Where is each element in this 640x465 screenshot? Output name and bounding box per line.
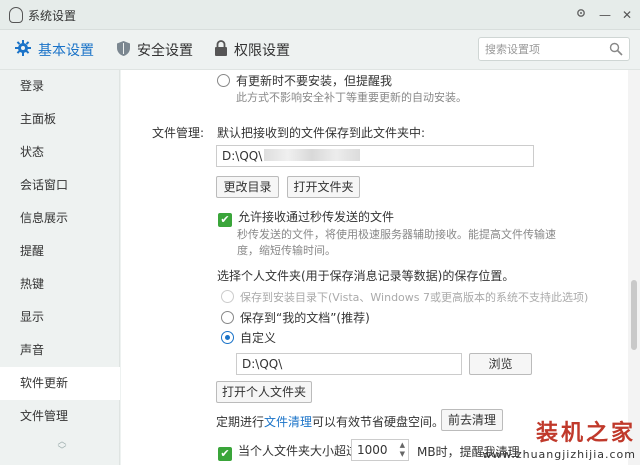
settings-gear-button[interactable] — [572, 6, 590, 24]
content-scrollbar[interactable] — [628, 70, 640, 465]
sidebar-item-info-display[interactable]: 信息展示 — [0, 202, 120, 235]
default-path-field[interactable]: D:\QQ\ — [216, 145, 534, 167]
file-cleanup-link[interactable]: 文件清理 — [264, 415, 312, 429]
tab-basic-label: 基本设置 — [38, 43, 94, 59]
tab-security-settings[interactable]: 安全设置 — [116, 40, 193, 60]
watermark: 装机之家 www.zhuangjizhijia.com — [482, 415, 636, 461]
allow-flash-note-1: 秒传发送的文件，将使用极速服务器辅助接收。能提高文件传输速 — [237, 228, 556, 241]
sidebar-item-software-update[interactable]: 软件更新 — [0, 367, 120, 400]
watermark-url: www.zhuangjizhijia.com — [482, 448, 636, 461]
allow-flash-label: 允许接收通过秒传发送的文件 — [238, 210, 395, 224]
default-path-value: D:\QQ\ — [222, 149, 263, 163]
size-limit-input[interactable]: 1000 ▲ ▼ — [351, 439, 409, 461]
cleanup-prefix: 定期进行 — [216, 415, 265, 429]
gear-icon — [14, 39, 32, 61]
update-option-label: 有更新时不要安装，但提醒我 — [236, 74, 393, 88]
size-reminder-checkbox[interactable]: ✔ — [218, 447, 232, 461]
radio-install-dir-label: 保存到安装目录下(Vista、Windows 7或更高版本的系统不支持此选项) — [240, 291, 589, 304]
open-folder-button[interactable]: 打开文件夹 — [287, 176, 360, 198]
search-box[interactable] — [478, 37, 630, 61]
sidebar-item-reminder[interactable]: 提醒 — [0, 235, 120, 268]
allow-flash-checkbox[interactable]: ✔ — [218, 213, 232, 227]
cleanup-suffix: 可以有效节省硬盘空间。 — [312, 415, 445, 429]
tab-security-label: 安全设置 — [137, 43, 193, 59]
title-bar: 系统设置 — ✕ — [0, 0, 640, 30]
watermark-title: 装机之家 — [535, 421, 636, 446]
default-save-label: 默认把接收到的文件保存到此文件夹中: — [217, 126, 426, 140]
top-tabs: 基本设置 安全设置 权限设置 — [0, 30, 640, 70]
radio-my-docs-label: 保存到“我的文档”(推荐) — [240, 311, 370, 325]
app-logo-icon — [9, 7, 23, 23]
sidebar-item-login[interactable]: 登录 — [0, 70, 120, 103]
radio-notify-no-install[interactable] — [217, 74, 230, 87]
sidebar-item-sound[interactable]: 声音 — [0, 334, 120, 367]
cleanup-text: 定期进行文件清理可以有效节省硬盘空间。 — [216, 413, 444, 430]
search-input[interactable] — [485, 38, 605, 60]
allow-flash-row[interactable]: ✔ 允许接收通过秒传发送的文件 — [218, 208, 394, 227]
radio-custom-label: 自定义 — [240, 331, 277, 345]
sidebar-item-display[interactable]: 显示 — [0, 301, 120, 334]
shield-icon — [116, 40, 131, 61]
allow-flash-note-2: 度，缩短传输时间。 — [237, 244, 336, 257]
radio-install-dir-row: 保存到安装目录下(Vista、Windows 7或更高版本的系统不支持此选项) — [221, 289, 588, 305]
window-title: 系统设置 — [28, 9, 77, 23]
close-button[interactable]: ✕ — [618, 6, 636, 24]
small-gear-icon — [577, 9, 585, 17]
update-option-note: 此方式不影响安全补丁等重要更新的自动安装。 — [236, 91, 467, 104]
browse-button[interactable]: 浏览 — [469, 353, 532, 375]
tab-basic-settings[interactable]: 基本设置 — [14, 40, 94, 60]
update-option-row[interactable]: 有更新时不要安装，但提醒我 — [217, 72, 392, 89]
open-personal-folder-button[interactable]: 打开个人文件夹 — [216, 381, 312, 403]
custom-path-field[interactable]: D:\QQ\ — [236, 353, 462, 375]
radio-my-docs-row[interactable]: 保存到“我的文档”(推荐) — [221, 309, 370, 326]
settings-content: 有更新时不要安装，但提醒我 此方式不影响安全补丁等重要更新的自动安装。 文件管理… — [121, 70, 640, 465]
file-section-label: 文件管理: — [152, 126, 205, 140]
change-directory-button[interactable]: 更改目录 — [216, 176, 279, 198]
radio-custom-row[interactable]: 自定义 — [221, 329, 276, 346]
lock-icon — [214, 39, 228, 61]
size-spinner-icon[interactable]: ▲ ▼ — [400, 441, 405, 459]
sidebar-item-file-management[interactable]: 文件管理 — [0, 400, 120, 433]
tab-permission-label: 权限设置 — [234, 43, 290, 59]
sidebar-item-status[interactable]: 状态 — [0, 136, 120, 169]
sidebar-scroll-more-icon[interactable]: ︿ ﹀ — [56, 438, 68, 456]
scrollbar-thumb[interactable] — [631, 280, 637, 350]
sidebar-item-main-panel[interactable]: 主面板 — [0, 103, 120, 136]
size-limit-value: 1000 — [357, 443, 388, 457]
redacted-path-blur — [264, 149, 361, 161]
radio-my-docs[interactable] — [221, 311, 234, 324]
minimize-button[interactable]: — — [596, 6, 614, 24]
search-icon[interactable] — [609, 42, 623, 59]
size-prefix: 当个人文件夹大小超过 — [238, 444, 359, 458]
sidebar-item-chat-window[interactable]: 会话窗口 — [0, 169, 120, 202]
tab-permission-settings[interactable]: 权限设置 — [214, 39, 290, 61]
radio-install-dir — [221, 290, 234, 303]
personal-folder-heading: 选择个人文件夹(用于保存消息记录等数据)的保存位置。 — [217, 269, 515, 283]
sidebar: 登录 主面板 状态 会话窗口 信息展示 提醒 热键 显示 声音 软件更新 文件管… — [0, 70, 120, 465]
sidebar-item-hotkeys[interactable]: 热键 — [0, 268, 120, 301]
radio-custom[interactable] — [221, 331, 234, 344]
size-reminder-row: ✔ 当个人文件夹大小超过 — [218, 442, 358, 461]
